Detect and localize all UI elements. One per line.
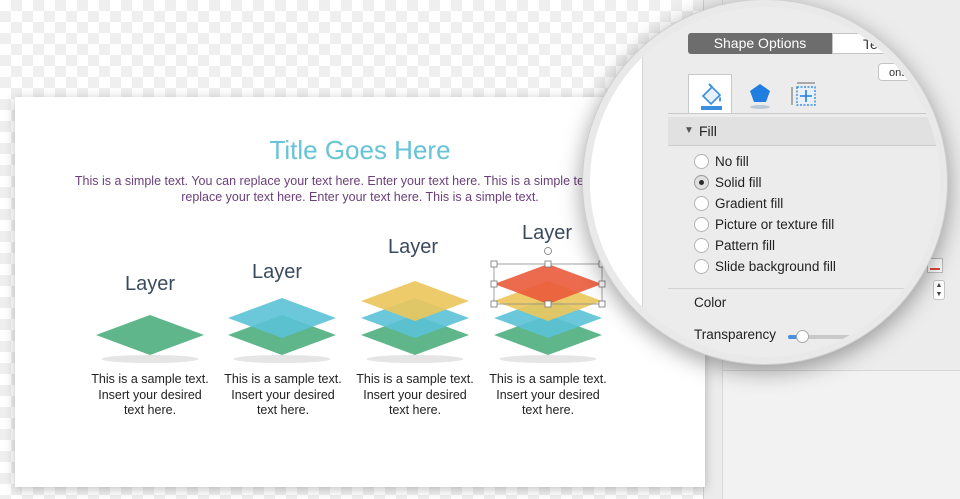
value-stepper[interactable]: ▲ ▼: [920, 279, 938, 299]
resize-handle[interactable]: [544, 300, 552, 308]
magnified-slide-edge: [590, 7, 643, 357]
column-text-3[interactable]: This is a sample text. Insert your desir…: [355, 372, 475, 419]
magnified-format-panel: Shape Options Te × ons: [648, 7, 940, 357]
radio-button[interactable]: [694, 175, 709, 190]
column-text-4[interactable]: This is a sample text. Insert your desir…: [488, 372, 608, 419]
resize-handle[interactable]: [490, 280, 498, 288]
radio-label: Gradient fill: [715, 196, 784, 211]
radio-label: Solid fill: [715, 175, 762, 190]
column-text-1[interactable]: This is a sample text. Insert your desir…: [90, 372, 210, 419]
color-label: Color: [694, 295, 727, 310]
color-picker-button[interactable]: [924, 260, 938, 274]
size-properties-icon[interactable]: [784, 74, 828, 114]
divider: [668, 113, 940, 114]
resize-handle[interactable]: [544, 260, 552, 268]
tab-shape-options[interactable]: Shape Options: [688, 33, 832, 54]
divider: [668, 288, 940, 289]
fill-section-header[interactable]: ▼ Fill: [668, 117, 940, 146]
radio-label: Slide background fill: [715, 259, 836, 274]
effects-icon[interactable]: [738, 74, 782, 114]
text-options-button[interactable]: ons: [878, 63, 940, 81]
transparency-slider-knob[interactable]: [796, 330, 809, 343]
layer-shadow: [366, 355, 464, 363]
radio-button[interactable]: [694, 154, 709, 169]
column-text-2[interactable]: This is a sample text. Insert your desir…: [223, 372, 343, 419]
layer-diamond-green[interactable]: [96, 315, 204, 355]
disclosure-triangle-icon[interactable]: ▼: [684, 117, 694, 145]
resize-handle[interactable]: [490, 260, 498, 268]
fill-section-title: Fill: [699, 123, 717, 139]
radio-button[interactable]: [694, 259, 709, 274]
resize-handle[interactable]: [490, 300, 498, 308]
radio-label: Picture or texture fill: [715, 217, 835, 232]
layer-shadow: [233, 355, 331, 363]
radio-label: Pattern fill: [715, 238, 776, 253]
layer-shadow: [101, 355, 199, 363]
radio-button[interactable]: [694, 196, 709, 211]
panel-lower-area: [723, 370, 960, 499]
fill-line-icon[interactable]: [688, 74, 732, 114]
magnifier-lens: Shape Options Te × ons: [590, 7, 940, 357]
transparency-label: Transparency: [694, 327, 777, 342]
layer-shadow: [499, 355, 597, 363]
tab-text-options[interactable]: Te: [832, 33, 940, 54]
radio-button[interactable]: [694, 238, 709, 253]
radio-label: No fill: [715, 154, 749, 169]
rotate-handle[interactable]: [544, 247, 552, 255]
radio-button[interactable]: [694, 217, 709, 232]
